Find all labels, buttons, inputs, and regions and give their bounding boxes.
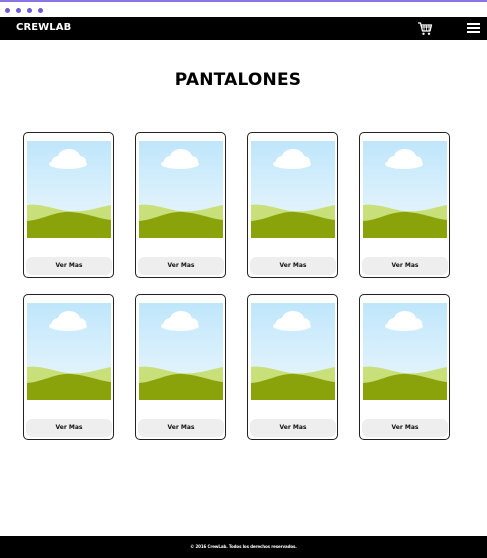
ver-mas-button[interactable]: Ver Mas [26, 257, 112, 275]
shopping-cart-icon[interactable] [417, 21, 433, 36]
window-dots [5, 8, 43, 13]
ver-mas-button[interactable]: Ver Mas [362, 419, 448, 437]
ver-mas-button[interactable]: Ver Mas [26, 419, 112, 437]
landscape-placeholder-image [363, 141, 447, 238]
footer: © 2016 CrewLab. Todos los derechos reser… [0, 536, 487, 558]
product-card: Ver Mas [359, 294, 450, 440]
ver-mas-button[interactable]: Ver Mas [138, 257, 224, 275]
hamburger-menu-icon[interactable] [467, 23, 480, 34]
product-card: Ver Mas [135, 132, 226, 278]
product-card: Ver Mas [247, 294, 338, 440]
ver-mas-button[interactable]: Ver Mas [138, 419, 224, 437]
footer-copyright: © 2016 CrewLab. Todos los derechos reser… [190, 544, 297, 549]
landscape-placeholder-image [27, 141, 111, 238]
landscape-placeholder-image [27, 303, 111, 400]
dot-icon [16, 8, 21, 13]
dot-icon [38, 8, 43, 13]
product-card: Ver Mas [135, 294, 226, 440]
landscape-placeholder-image [139, 141, 223, 238]
ver-mas-button[interactable]: Ver Mas [362, 257, 448, 275]
landscape-placeholder-image [251, 303, 335, 400]
product-card: Ver Mas [359, 132, 450, 278]
product-card: Ver Mas [247, 132, 338, 278]
browser-strip [0, 0, 487, 17]
landscape-placeholder-image [139, 303, 223, 400]
product-grid: Ver Mas Ver Mas Ver Mas Ver Mas Ver Mas … [23, 132, 450, 440]
brand-logo[interactable]: CREWLAB [16, 22, 71, 33]
ver-mas-button[interactable]: Ver Mas [250, 419, 336, 437]
dot-icon [27, 8, 32, 13]
product-card: Ver Mas [23, 294, 114, 440]
product-card: Ver Mas [23, 132, 114, 278]
dot-icon [5, 8, 10, 13]
landscape-placeholder-image [363, 303, 447, 400]
page-title: PANTALONES [174, 70, 302, 90]
navbar: CREWLAB [0, 17, 487, 40]
landscape-placeholder-image [251, 141, 335, 238]
ver-mas-button[interactable]: Ver Mas [250, 257, 336, 275]
